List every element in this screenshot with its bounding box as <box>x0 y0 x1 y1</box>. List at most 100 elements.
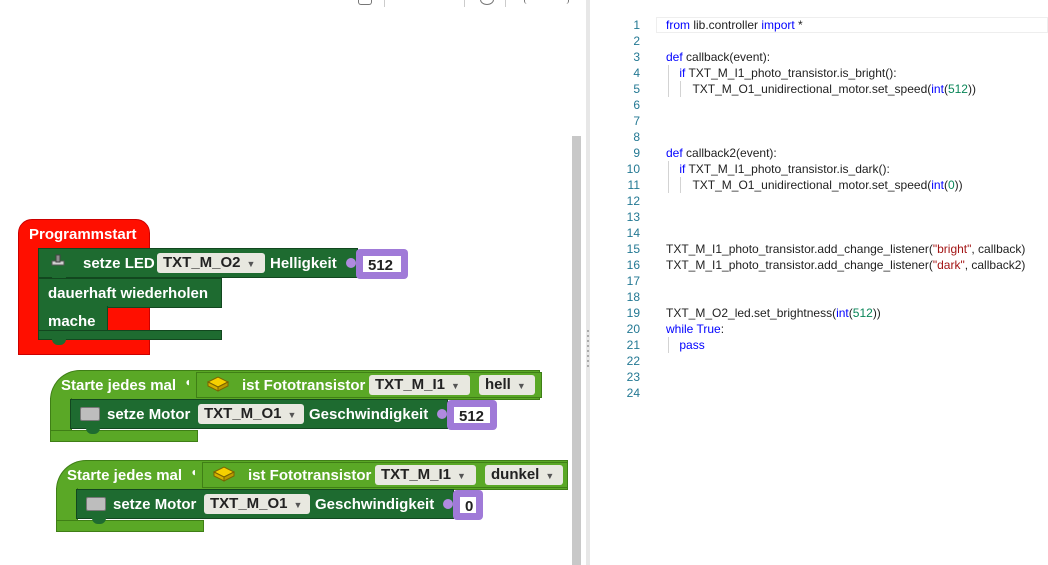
line-number: 1 <box>633 18 640 32</box>
code-text: TXT_M_O2_led.set_brightness(int(512)) <box>666 306 881 320</box>
led-icon <box>51 254 65 266</box>
chevron-down-icon: ▼ <box>516 381 526 391</box>
motor-port-dropdown[interactable]: TXT_M_O1 ▼ <box>198 404 304 424</box>
redo-icon[interactable] <box>562 0 569 4</box>
code-line[interactable]: 12 <box>590 193 1048 209</box>
state-value: dunkel <box>491 466 540 483</box>
state-dropdown[interactable]: dunkel ▼ <box>485 465 563 485</box>
motor-icon <box>86 497 106 511</box>
sensor-label: ist Fototransistor <box>242 377 366 394</box>
line-number: 15 <box>626 242 640 256</box>
code-line[interactable]: 24 <box>590 385 1048 401</box>
code-line[interactable]: 8 <box>590 129 1048 145</box>
code-line[interactable]: 16 TXT_M_I1_photo_transistor.add_change_l… <box>590 257 1048 273</box>
event-bottom <box>50 430 198 442</box>
code-text: if TXT_M_I1_photo_transistor.is_dark(): <box>679 162 890 176</box>
line-number: 19 <box>626 306 640 320</box>
code-line[interactable]: 14 <box>590 225 1048 241</box>
code-line[interactable]: 17 <box>590 273 1048 289</box>
speed-value-input[interactable]: 0 <box>457 494 479 516</box>
toolbar-separator <box>505 0 506 7</box>
line-number: 4 <box>633 66 640 80</box>
code-line[interactable]: 3 def callback(event): <box>590 49 1048 65</box>
value-connector <box>443 499 453 509</box>
sensor-port-dropdown[interactable]: TXT_M_I1 ▼ <box>375 465 476 485</box>
code-text: pass <box>679 338 705 352</box>
code-editor[interactable]: 1 from lib.controller import * 2 3 def callb… <box>590 0 1048 565</box>
sensor-port-dropdown[interactable]: TXT_M_I1 ▼ <box>369 375 470 395</box>
code-line[interactable]: 22 <box>590 353 1048 369</box>
code-line[interactable]: 9 def callback2(event): <box>590 145 1048 161</box>
code-line[interactable]: 11 TXT_M_O1_unidirectional_motor.set_spe… <box>590 177 1048 193</box>
workspace-scrollbar[interactable] <box>572 136 581 565</box>
line-number: 18 <box>626 290 640 304</box>
line-number: 20 <box>626 322 640 336</box>
speed-label: Geschwindigkeit <box>309 406 429 423</box>
code-line[interactable]: 13 <box>590 209 1048 225</box>
indent-guide <box>668 161 669 177</box>
code-line[interactable]: 15 TXT_M_I1_photo_transistor.add_change_l… <box>590 241 1048 257</box>
code-line[interactable]: 7 <box>590 113 1048 129</box>
code-line[interactable]: 5 TXT_M_O1_unidirectional_motor.set_spee… <box>590 81 1048 97</box>
line-number: 16 <box>626 258 640 272</box>
line-number: 11 <box>627 178 640 192</box>
set-motor-label: setze Motor <box>107 406 191 423</box>
program-start-label: Programmstart <box>29 226 137 243</box>
code-line[interactable]: 23 <box>590 369 1048 385</box>
motor-port-dropdown[interactable]: TXT_M_O1 ▼ <box>204 494 310 514</box>
line-number: 5 <box>633 82 640 96</box>
motor-icon <box>80 407 100 421</box>
chevron-down-icon: ▼ <box>451 381 460 391</box>
code-text: if TXT_M_I1_photo_transistor.is_bright()… <box>679 66 897 80</box>
motor-port-value: TXT_M_O1 <box>210 495 288 512</box>
chevron-down-icon: ▼ <box>457 471 466 481</box>
code-line[interactable]: 21 pass <box>590 337 1048 353</box>
undo-icon[interactable] <box>524 0 531 4</box>
chevron-down-icon: ▼ <box>545 471 555 481</box>
code-text: while True: <box>666 322 725 336</box>
code-line[interactable]: 18 <box>590 289 1048 305</box>
chevron-down-icon: ▼ <box>293 500 303 510</box>
set-led-label: setze LED <box>83 255 155 272</box>
value-connector <box>346 258 356 268</box>
code-line[interactable]: 2 <box>590 33 1048 49</box>
divider-grip-icon[interactable] <box>587 330 589 370</box>
led-port-dropdown[interactable]: TXT_M_O2 ▼ <box>157 253 265 273</box>
brightness-label: Helligkeit <box>270 255 337 272</box>
line-number: 12 <box>626 194 640 208</box>
indent-guide <box>680 177 681 193</box>
code-line[interactable]: 4 if TXT_M_I1_photo_transistor.is_bright… <box>590 65 1048 81</box>
code-line[interactable]: 20 while True: <box>590 321 1048 337</box>
code-line[interactable]: 1 from lib.controller import * <box>590 17 1048 33</box>
line-number: 3 <box>633 50 640 64</box>
indent-guide <box>668 337 669 353</box>
set-motor-label: setze Motor <box>113 496 197 513</box>
save-icon[interactable] <box>358 0 372 5</box>
event-label: Starte jedes mal <box>67 467 183 484</box>
speed-value-input[interactable]: 512 <box>451 404 493 426</box>
code-line[interactable]: 6 <box>590 97 1048 113</box>
phototransistor-icon <box>206 376 230 392</box>
motor-port-value: TXT_M_O1 <box>204 405 282 422</box>
code-text: TXT_M_O1_unidirectional_motor.set_speed(… <box>666 178 963 192</box>
code-text: TXT_M_I1_photo_transistor.add_change_lis… <box>666 258 1026 272</box>
target-icon[interactable] <box>480 0 494 5</box>
code-text: def callback(event): <box>666 50 771 64</box>
toolbar-separator <box>384 0 385 7</box>
forever-do-label: mache <box>48 313 96 330</box>
toolbar-separator <box>464 0 465 7</box>
event-label: Starte jedes mal <box>61 377 177 394</box>
state-dropdown[interactable]: hell ▼ <box>479 375 535 395</box>
indent-guide <box>668 81 669 97</box>
code-line[interactable]: 10 if TXT_M_I1_photo_transistor.is_dark(… <box>590 161 1048 177</box>
code-line[interactable]: 19 TXT_M_O2_led.set_brightness(int(512)) <box>590 305 1048 321</box>
brightness-value-input[interactable]: 512 <box>360 253 404 275</box>
line-number: 14 <box>626 226 640 240</box>
sensor-port-value: TXT_M_I1 <box>381 466 452 483</box>
line-number: 10 <box>626 162 640 176</box>
blockly-workspace[interactable]: Programmstart setze LED TXT_M_O2 ▼ Hellig… <box>0 0 586 565</box>
code-text: TXT_M_I1_photo_transistor.add_change_lis… <box>666 242 1026 256</box>
code-text: from lib.controller import * <box>666 18 803 32</box>
indent-guide <box>680 81 681 97</box>
workspace-toolbar <box>0 0 586 8</box>
